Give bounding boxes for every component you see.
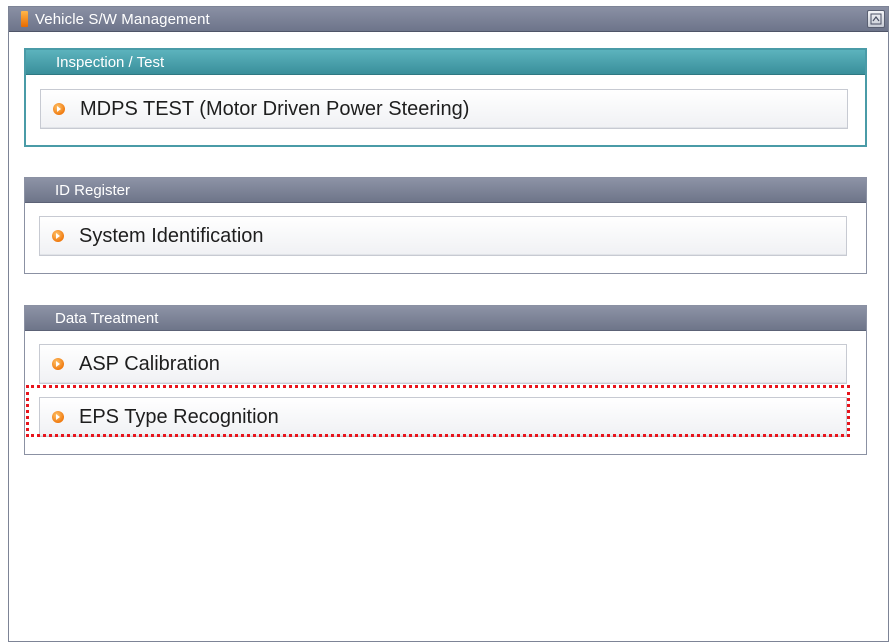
window-restore-button[interactable] <box>867 10 885 28</box>
group-header-inspection-test: Inspection / Test <box>26 50 865 75</box>
window-titlebar: Vehicle S/W Management <box>9 7 888 32</box>
orange-arrow-bullet-icon <box>52 411 64 423</box>
orange-arrow-bullet-icon <box>52 358 64 370</box>
window-title-icon <box>21 11 28 27</box>
menu-item-asp-calibration[interactable]: ASP Calibration <box>39 344 847 384</box>
menu-item-system-identification[interactable]: System Identification <box>39 216 847 256</box>
orange-arrow-bullet-icon <box>52 230 64 242</box>
menu-item-label: ASP Calibration <box>79 352 220 375</box>
menu-item-label: MDPS TEST (Motor Driven Power Steering) <box>80 97 470 120</box>
menu-item-mdps-test[interactable]: MDPS TEST (Motor Driven Power Steering) <box>40 89 848 129</box>
window-restore-icon <box>870 13 882 25</box>
orange-arrow-bullet-icon <box>53 103 65 115</box>
vehicle-sw-management-window: Vehicle S/W Management Inspection / Test… <box>8 6 889 642</box>
menu-item-label: EPS Type Recognition <box>79 405 279 428</box>
group-id-register: ID Register System Identification <box>24 177 867 274</box>
group-data-treatment: Data Treatment ASP Calibration EPS Type … <box>24 305 867 455</box>
group-inspection-test: Inspection / Test MDPS TEST (Motor Drive… <box>24 48 867 147</box>
window-title: Vehicle S/W Management <box>35 10 210 28</box>
menu-item-label: System Identification <box>79 224 264 247</box>
menu-item-eps-type-recognition[interactable]: EPS Type Recognition <box>39 397 847 437</box>
group-header-data-treatment: Data Treatment <box>25 306 866 331</box>
group-header-id-register: ID Register <box>25 178 866 203</box>
